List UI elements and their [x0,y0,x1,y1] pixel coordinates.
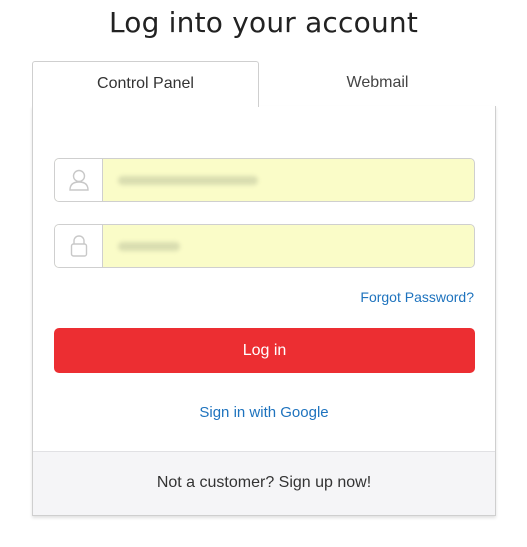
login-button[interactable]: Log in [54,328,475,373]
username-redacted-value [118,176,258,185]
password-redacted-value [118,242,180,251]
login-card: Control Panel Webmail Forgot Password? L… [32,61,496,516]
username-field [54,158,475,202]
user-icon [55,159,103,201]
tab-webmail[interactable]: Webmail [259,61,496,107]
tab-control-panel[interactable]: Control Panel [32,61,259,107]
forgot-password-link[interactable]: Forgot Password? [360,289,474,305]
google-signin-link[interactable]: Sign in with Google [33,404,495,421]
signup-footer[interactable]: Not a customer? Sign up now! [33,451,495,515]
lock-icon [55,225,103,267]
login-panel: Forgot Password? Log in Sign in with Goo… [32,106,496,516]
page-title: Log into your account [108,6,419,39]
password-field [54,224,475,268]
